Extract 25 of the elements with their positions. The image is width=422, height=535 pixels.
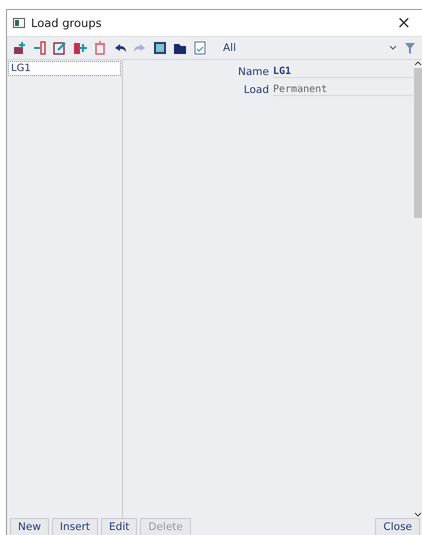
chevron-down-icon [414,510,422,518]
close-button[interactable]: Close [375,518,420,535]
property-label: Load [242,84,270,96]
chevron-up-icon [414,60,422,68]
table-icon[interactable] [153,41,167,55]
insert-icon[interactable] [33,41,47,55]
chevron-down-icon [389,45,397,51]
property-label: Name [237,66,270,78]
action-button[interactable]: New [10,518,49,535]
filter-dropdown[interactable]: All [223,42,397,54]
window-title: Load groups [31,16,103,30]
property-value: Permanent [273,84,413,96]
window-icon [13,18,25,28]
action-button[interactable]: Insert [52,518,98,535]
edit-icon[interactable] [53,41,67,55]
close-icon[interactable]: × [396,13,417,33]
filter-icon[interactable] [403,41,417,55]
list-item[interactable]: LG1 [8,61,121,76]
add-icon[interactable] [13,41,27,55]
delete-icon[interactable] [93,41,107,55]
scrollbar[interactable] [413,60,422,518]
action-button[interactable]: Edit [101,518,138,535]
folder-icon[interactable] [173,41,187,55]
property-value: LG1 [273,66,413,78]
check-icon[interactable] [193,41,207,55]
